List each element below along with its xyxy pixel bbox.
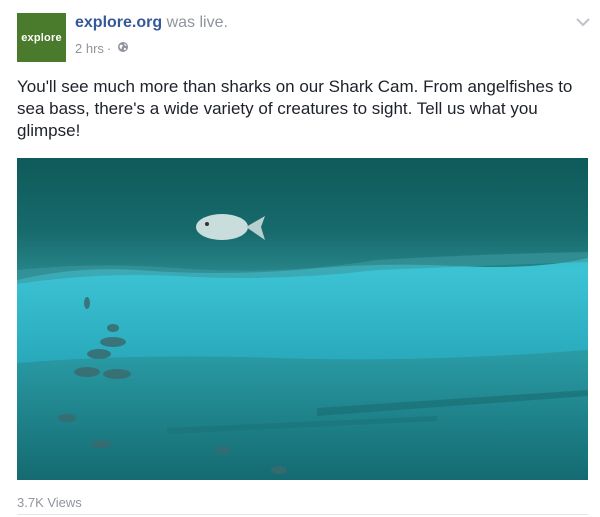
globe-icon[interactable]: [117, 41, 129, 56]
live-video-post: explore explore.org was live. 2 hrs · Yo…: [0, 0, 600, 517]
view-count: 3.7K Views: [17, 495, 82, 510]
avatar-logo-text: explore: [21, 31, 62, 44]
page-name-link[interactable]: explore.org: [75, 14, 162, 31]
post-header: explore.org was live.: [75, 14, 228, 32]
post-caption: You'll see much more than sharks on our …: [17, 77, 573, 140]
live-status-text: was live.: [166, 14, 228, 31]
underwater-video-frame: [17, 158, 588, 480]
footer-divider: [17, 514, 588, 515]
post-meta: 2 hrs ·: [75, 41, 129, 56]
meta-separator: ·: [106, 41, 112, 56]
chevron-down-icon[interactable]: [576, 14, 590, 32]
page-avatar[interactable]: explore: [17, 13, 66, 62]
timestamp-link[interactable]: 2 hrs: [75, 41, 104, 56]
video-player[interactable]: [17, 158, 588, 480]
